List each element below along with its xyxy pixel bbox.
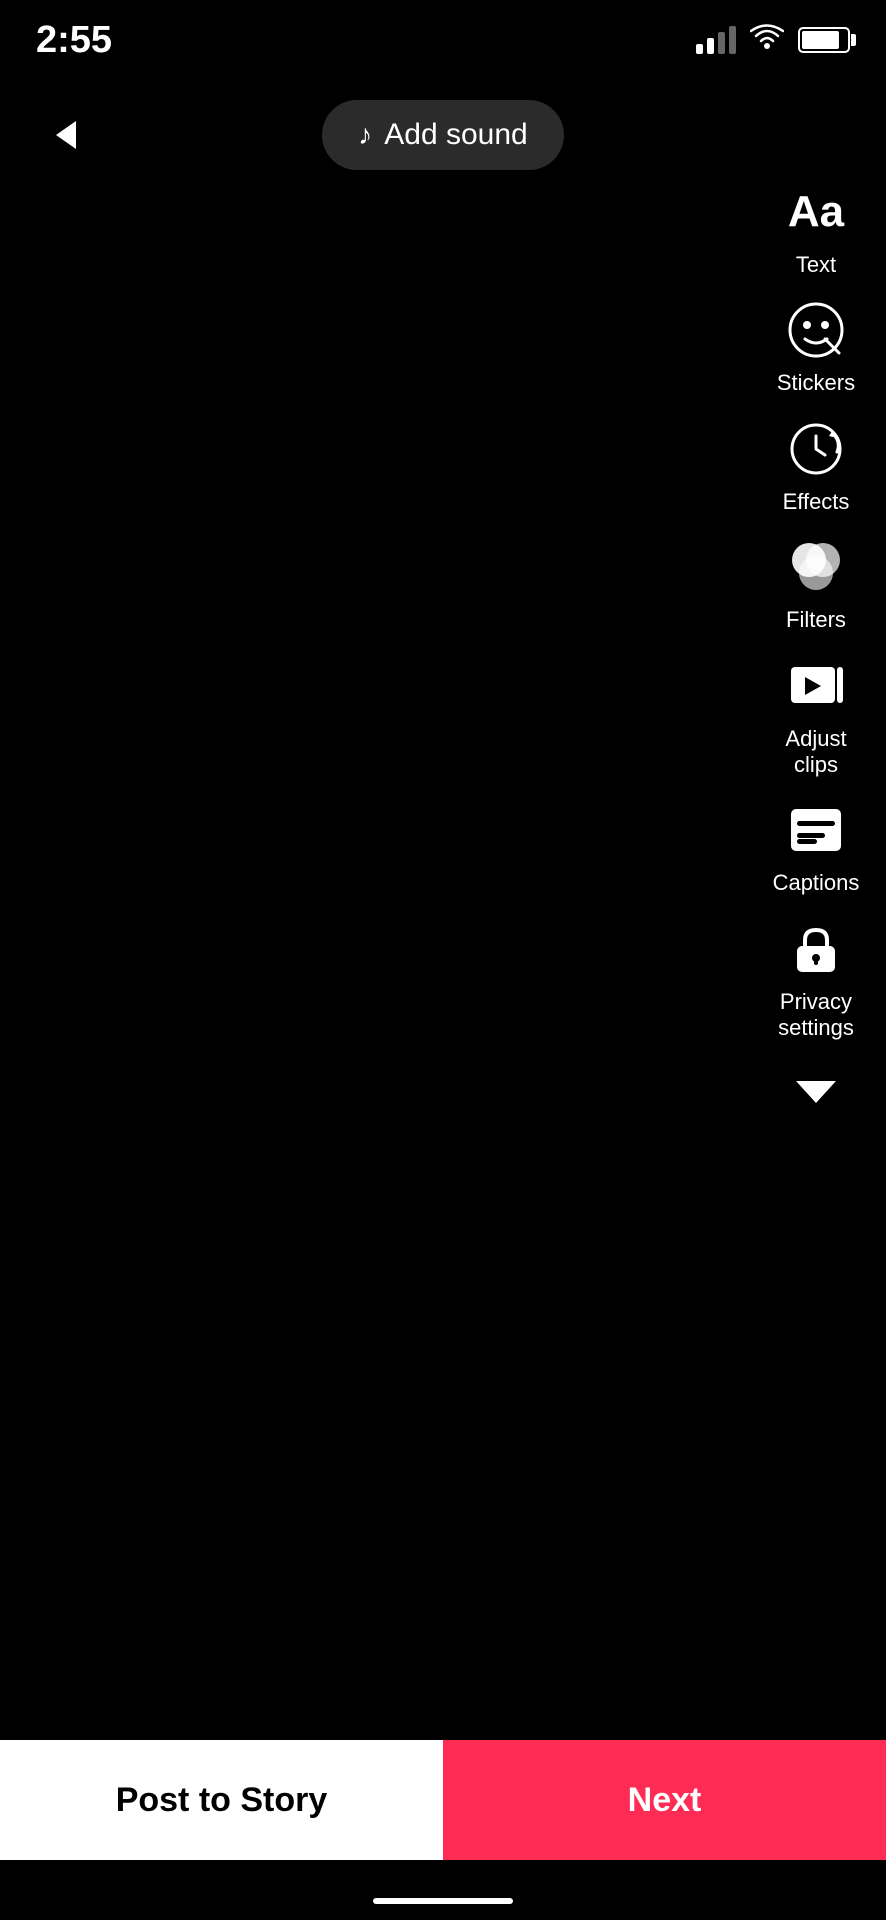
right-toolbar: Aa Text Stickers [766, 180, 866, 1112]
add-sound-label: Add sound [384, 118, 527, 152]
toolbar-item-adjust-clips[interactable]: Adjust clips [766, 654, 866, 779]
text-icon: Aa [784, 180, 848, 244]
chevron-down-button[interactable] [784, 1072, 848, 1112]
captions-label: Captions [773, 870, 860, 896]
status-icons [696, 24, 850, 57]
status-bar: 2:55 [0, 0, 886, 80]
filters-icon [784, 535, 848, 599]
text-label: Text [796, 252, 836, 278]
add-sound-button[interactable]: ♪ Add sound [322, 100, 563, 170]
filters-label: Filters [786, 607, 846, 633]
post-to-story-button[interactable]: Post to Story [0, 1740, 443, 1860]
wifi-icon [750, 24, 784, 57]
toolbar-item-effects[interactable]: Effects [766, 417, 866, 515]
back-button[interactable] [36, 105, 96, 165]
battery-icon [798, 27, 850, 53]
music-note-icon: ♪ [358, 119, 372, 151]
signal-icon [696, 26, 736, 54]
captions-icon [784, 798, 848, 862]
back-chevron-icon [56, 121, 76, 149]
effects-icon [784, 417, 848, 481]
status-time: 2:55 [36, 19, 112, 62]
toolbar-item-stickers[interactable]: Stickers [766, 298, 866, 396]
top-bar: ♪ Add sound [0, 100, 886, 170]
sticker-icon [784, 298, 848, 362]
adjust-clips-label: Adjust clips [766, 726, 866, 779]
stickers-label: Stickers [777, 370, 855, 396]
toolbar-item-captions[interactable]: Captions [766, 798, 866, 896]
privacy-settings-label: Privacysettings [778, 989, 854, 1042]
toolbar-item-text[interactable]: Aa Text [766, 180, 866, 278]
next-button[interactable]: Next [443, 1740, 886, 1860]
next-label: Next [628, 1781, 702, 1820]
adjust-clips-icon [784, 654, 848, 718]
effects-label: Effects [783, 489, 850, 515]
home-indicator [373, 1898, 513, 1904]
toolbar-item-filters[interactable]: Filters [766, 535, 866, 633]
bottom-buttons: Post to Story Next [0, 1740, 886, 1860]
lock-icon [784, 917, 848, 981]
chevron-down-icon [796, 1081, 836, 1103]
post-to-story-label: Post to Story [116, 1781, 328, 1820]
toolbar-item-privacy-settings[interactable]: Privacysettings [766, 917, 866, 1042]
